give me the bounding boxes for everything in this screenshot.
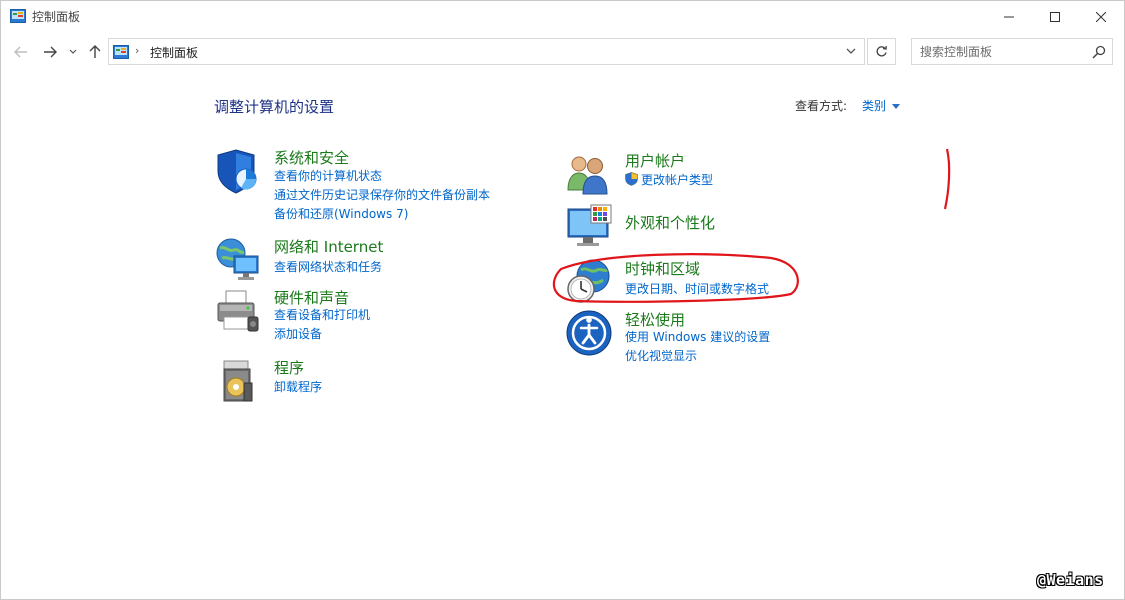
- link-backup-restore[interactable]: 备份和还原(Windows 7): [274, 205, 490, 224]
- category-heading[interactable]: 网络和 Internet: [274, 236, 383, 257]
- control-panel-icon: [113, 45, 129, 59]
- back-button[interactable]: [10, 41, 32, 63]
- minimize-icon: [1004, 16, 1014, 17]
- search-input[interactable]: [912, 39, 1082, 64]
- users-icon[interactable]: [565, 150, 613, 198]
- minimize-button[interactable]: [986, 1, 1032, 32]
- printer-icon[interactable]: [214, 287, 262, 335]
- control-panel-window: 控制面板 › 控制面板 搜索控制面板 调整计算机的设置 查看方式: 类别 系统和…: [0, 0, 1125, 600]
- close-button[interactable]: [1078, 1, 1124, 32]
- link-uninstall-program[interactable]: 卸载程序: [274, 378, 322, 397]
- view-by-value: 类别: [862, 99, 887, 113]
- address-bar[interactable]: › 控制面板: [108, 38, 865, 65]
- watermark: @Weians: [1037, 571, 1104, 589]
- caret-down-icon: [892, 103, 901, 109]
- category-heading[interactable]: 外观和个性化: [625, 212, 715, 233]
- forward-button[interactable]: [39, 41, 61, 63]
- refresh-icon: [876, 45, 887, 57]
- arrow-right-icon: [44, 46, 57, 58]
- arrow-up-icon: [89, 45, 101, 58]
- link-add-device[interactable]: 添加设备: [274, 325, 370, 344]
- link-view-devices-printers[interactable]: 查看设备和打印机: [274, 306, 370, 325]
- search-icon[interactable]: [1092, 45, 1106, 59]
- accessibility-icon[interactable]: [565, 309, 613, 357]
- link-change-date-time-format[interactable]: 更改日期、时间或数字格式: [625, 280, 769, 299]
- title-bar: 控制面板: [1, 1, 1124, 32]
- network-globe-icon[interactable]: [214, 236, 262, 284]
- category-heading[interactable]: 轻松使用: [625, 309, 685, 330]
- category-heading[interactable]: 程序: [274, 357, 304, 378]
- chevron-down-icon[interactable]: [844, 44, 858, 58]
- category-heading[interactable]: 时钟和区域: [625, 258, 700, 279]
- close-icon: [1096, 11, 1106, 22]
- red-stroke-annotation: [943, 148, 951, 210]
- chevron-down-icon: [69, 49, 77, 54]
- link-file-history-backup[interactable]: 通过文件历史记录保存你的文件备份副本: [274, 186, 490, 205]
- link-windows-recommended-settings[interactable]: 使用 Windows 建议的设置: [625, 328, 770, 347]
- control-panel-icon: [10, 9, 26, 23]
- programs-disc-icon[interactable]: [214, 357, 262, 405]
- breadcrumb-separator: ›: [135, 44, 140, 57]
- search-box: [911, 38, 1113, 65]
- refresh-button[interactable]: [867, 38, 896, 65]
- shield-icon[interactable]: [214, 147, 262, 195]
- maximize-button[interactable]: [1032, 1, 1078, 32]
- link-view-network-status[interactable]: 查看网络状态和任务: [274, 258, 382, 277]
- maximize-icon: [1050, 11, 1060, 22]
- link-view-computer-status[interactable]: 查看你的计算机状态: [274, 167, 490, 186]
- up-button[interactable]: [84, 41, 106, 63]
- recent-locations-button[interactable]: [66, 41, 80, 63]
- category-heading[interactable]: 用户帐户: [625, 150, 685, 171]
- arrow-left-icon: [14, 46, 27, 58]
- category-heading[interactable]: 硬件和声音: [274, 287, 349, 308]
- monitor-palette-icon[interactable]: [565, 203, 613, 251]
- view-by-label: 查看方式:: [795, 99, 848, 113]
- clock-globe-icon[interactable]: [565, 258, 613, 306]
- uac-shield-icon: [625, 172, 638, 186]
- category-heading[interactable]: 系统和安全: [274, 147, 349, 168]
- window-title: 控制面板: [32, 10, 81, 24]
- page-title: 调整计算机的设置: [214, 98, 335, 116]
- link-optimize-visual-display[interactable]: 优化视觉显示: [625, 347, 770, 366]
- link-change-account-type[interactable]: 更改帐户类型: [625, 171, 713, 190]
- breadcrumb-control-panel[interactable]: 控制面板: [150, 44, 198, 61]
- link-change-account-type-label: 更改帐户类型: [641, 173, 714, 187]
- view-by-dropdown[interactable]: 类别: [862, 97, 901, 114]
- red-annotation-marks: [552, 148, 951, 303]
